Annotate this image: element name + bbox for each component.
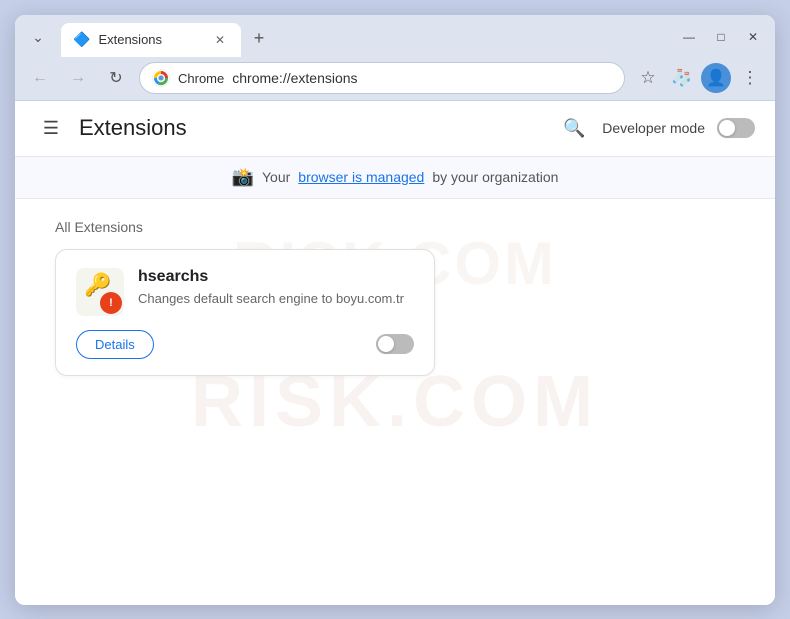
tab-bar: ⌄ 🔷 Extensions ✕ + xyxy=(23,23,671,57)
managed-prefix-text: Your xyxy=(262,169,290,185)
brand-label: Chrome xyxy=(178,71,224,86)
tab-list-btn[interactable]: ⌄ xyxy=(23,23,53,53)
chrome-logo-icon xyxy=(152,69,170,87)
menu-button[interactable]: ⋮ xyxy=(735,63,765,93)
header-right: 🔍 Developer mode xyxy=(558,112,755,144)
window-controls: — □ ✕ xyxy=(675,23,767,51)
extension-top: 🔑 ! hsearchs Changes default search engi… xyxy=(76,268,414,316)
back-button[interactable]: ← xyxy=(25,63,55,93)
extension-card: 🔑 ! hsearchs Changes default search engi… xyxy=(55,249,435,376)
page-title: Extensions xyxy=(79,115,546,141)
details-button[interactable]: Details xyxy=(76,330,154,359)
address-bar[interactable]: Chrome chrome://extensions xyxy=(139,62,625,94)
forward-button[interactable]: → xyxy=(63,63,93,93)
active-tab[interactable]: 🔷 Extensions ✕ xyxy=(61,23,241,57)
managed-suffix-text: by your organization xyxy=(432,169,558,185)
url-display: chrome://extensions xyxy=(232,70,612,86)
tab-close-btn[interactable]: ✕ xyxy=(211,31,229,49)
minimize-button[interactable]: — xyxy=(675,23,703,51)
all-extensions-heading: All Extensions xyxy=(55,219,735,235)
badge-symbol: ! xyxy=(109,297,113,309)
managed-link[interactable]: browser is managed xyxy=(298,169,424,185)
extensions-header: ☰ Extensions 🔍 Developer mode xyxy=(15,101,775,157)
nav-bar: ← → ↻ Chrome chrome://extensions ☆ 🧦 xyxy=(15,57,775,101)
toggle-knob xyxy=(719,120,735,136)
maximize-button[interactable]: □ xyxy=(707,23,735,51)
profile-button[interactable]: 👤 xyxy=(701,63,731,93)
search-button[interactable]: 🔍 xyxy=(558,112,590,144)
close-button[interactable]: ✕ xyxy=(739,23,767,51)
extension-toggle[interactable] xyxy=(376,334,414,354)
extension-name: hsearchs xyxy=(138,268,414,286)
extension-toggle-knob xyxy=(378,336,394,352)
extension-badge-icon: ! xyxy=(100,292,122,314)
extension-description: Changes default search engine to boyu.co… xyxy=(138,290,414,308)
page-content: ☰ Extensions 🔍 Developer mode 📸 Your bro… xyxy=(15,101,775,605)
extension-info: hsearchs Changes default search engine t… xyxy=(138,268,414,308)
browser-window: ⌄ 🔷 Extensions ✕ + — □ ✕ ← → ↻ xyxy=(15,15,775,605)
tab-label: Extensions xyxy=(98,32,162,47)
nav-actions: ☆ 🧦 👤 ⋮ xyxy=(633,63,765,93)
extensions-body: RISK.COM RISK.COM All Extensions 🔑 ! xyxy=(15,199,775,605)
extension-icon-background: 🔑 ! xyxy=(76,268,124,316)
extension-icon-wrapper: 🔑 ! xyxy=(76,268,124,316)
managed-notice-bar: 📸 Your browser is managed by your organi… xyxy=(15,157,775,199)
organization-icon: 📸 xyxy=(232,167,254,188)
new-tab-button[interactable]: + xyxy=(245,25,273,53)
developer-mode-label: Developer mode xyxy=(602,120,705,136)
bookmark-button[interactable]: ☆ xyxy=(633,63,663,93)
extension-footer: Details xyxy=(76,330,414,359)
sidebar-menu-button[interactable]: ☰ xyxy=(35,112,67,144)
extensions-puzzle-button[interactable]: 🧦 xyxy=(667,63,697,93)
title-bar: ⌄ 🔷 Extensions ✕ + — □ ✕ xyxy=(15,15,775,57)
tab-favicon: 🔷 xyxy=(73,31,90,48)
developer-mode-toggle[interactable] xyxy=(717,118,755,138)
reload-button[interactable]: ↻ xyxy=(101,63,131,93)
